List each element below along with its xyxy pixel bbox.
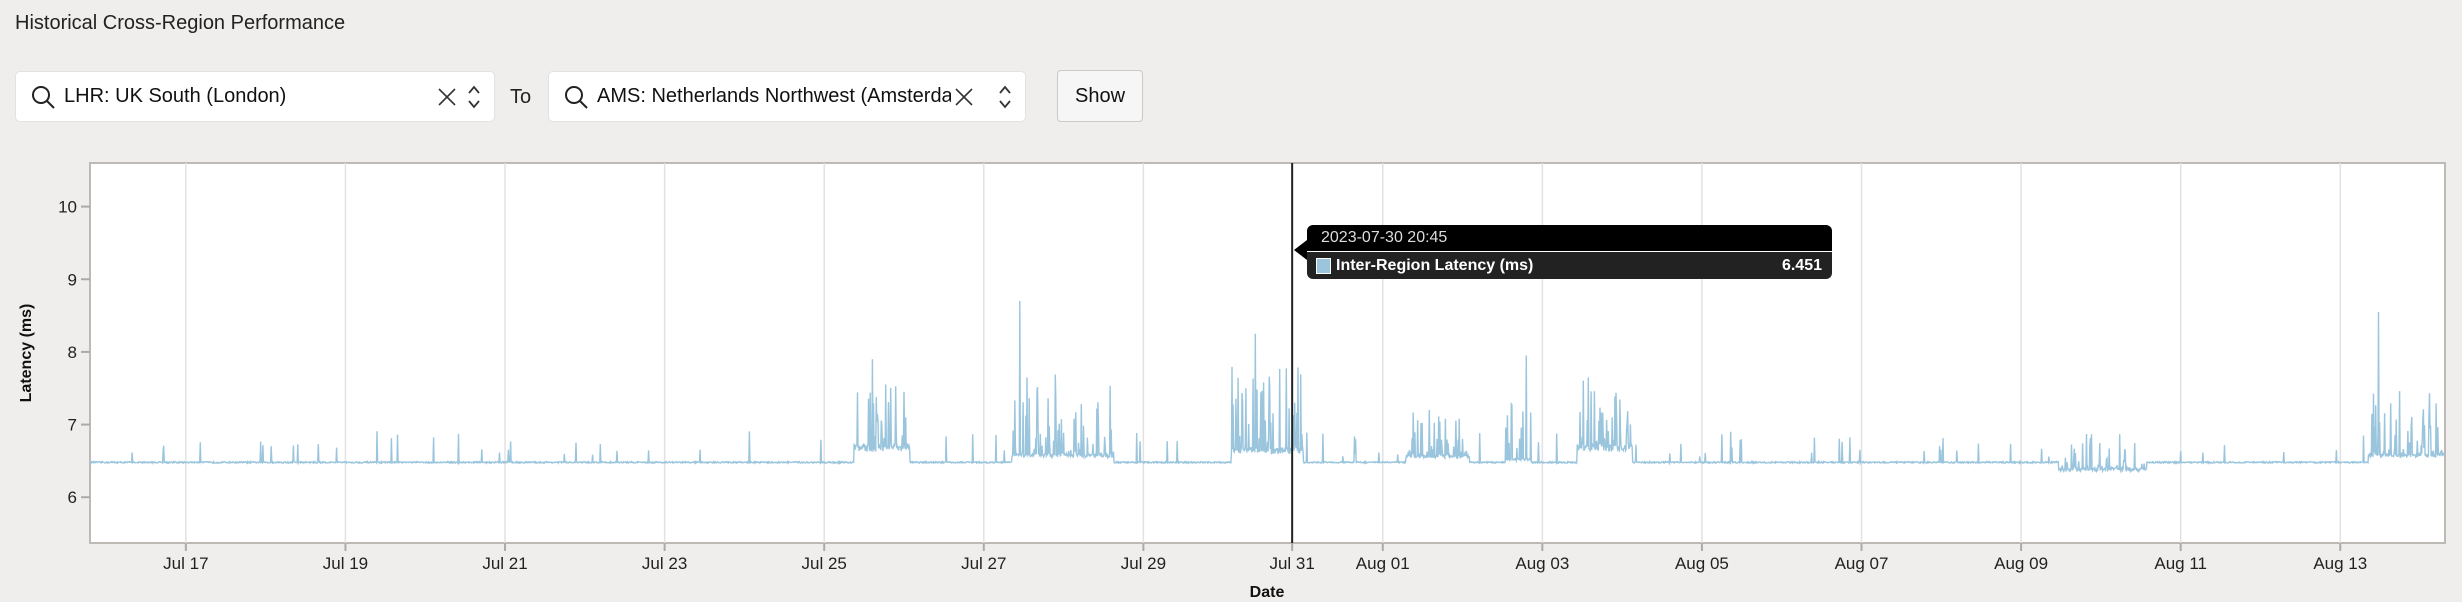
y-tick-label: 7 <box>68 416 77 435</box>
x-tick-label: Aug 01 <box>1356 554 1410 573</box>
x-tick-label: Jul 25 <box>802 554 847 573</box>
tooltip-series-name: Inter-Region Latency (ms) <box>1336 256 1534 274</box>
x-tick-label: Jul 27 <box>961 554 1006 573</box>
tooltip-timestamp: 2023-07-30 20:45 <box>1307 225 1832 252</box>
x-tick-label: Jul 23 <box>642 554 687 573</box>
x-tick-label: Aug 07 <box>1835 554 1889 573</box>
y-tick-label: 8 <box>68 343 77 362</box>
series-swatch-icon <box>1316 257 1331 274</box>
x-tick-label: Jul 29 <box>1121 554 1166 573</box>
x-tick-label: Jul 31 <box>1269 554 1314 573</box>
latency-chart[interactable]: 6 7 8 9 10 Jul 17 Jul 19 Jul 21 Jul 23 Jul 25 Jul… <box>0 0 2462 602</box>
x-tick-label: Aug 09 <box>1994 554 2048 573</box>
x-axis-title: Date <box>1250 584 1285 601</box>
y-tick-label: 10 <box>58 198 77 217</box>
y-tick-label: 6 <box>68 488 77 507</box>
x-tick-label: Aug 13 <box>2313 554 2367 573</box>
plot-area <box>89 162 2446 544</box>
y-tick-label: 9 <box>68 270 77 289</box>
tooltip-value: 6.451 <box>1781 256 1822 274</box>
y-axis-title: Latency (ms) <box>18 304 35 403</box>
x-tick-label: Aug 11 <box>2154 554 2207 573</box>
x-tick-label: Aug 03 <box>1515 554 1569 573</box>
x-tick-label: Jul 19 <box>323 554 368 573</box>
x-tick-label: Jul 17 <box>163 554 208 573</box>
x-tick-label: Jul 21 <box>482 554 527 573</box>
hover-tooltip: 2023-07-30 20:45 Inter-Region Latency (m… <box>1307 225 1832 279</box>
x-tick-label: Aug 05 <box>1675 554 1729 573</box>
tooltip-pointer <box>1294 240 1307 260</box>
